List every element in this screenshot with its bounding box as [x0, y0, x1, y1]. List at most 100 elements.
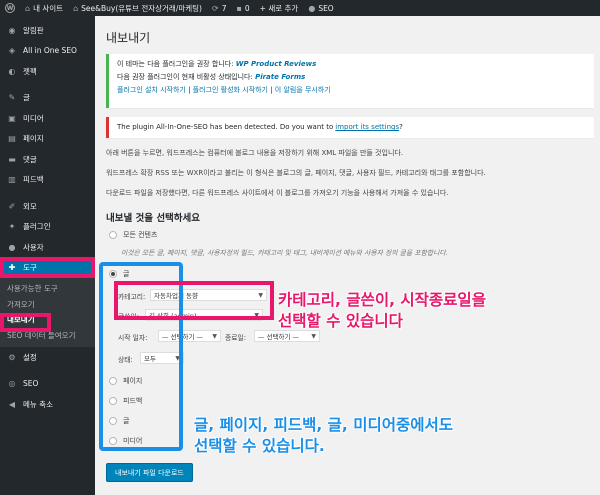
admin-sidebar: ◉ 알림판 ◈ All in One SEO ◐ 젯팩 ✎ 글 ▣ 미디어 ▤ 페이지 ▬ 댓…: [0, 16, 95, 495]
radio-button[interactable]: [109, 270, 117, 278]
sidebar-item-label: 사용자: [23, 242, 44, 252]
sidebar-item-pages[interactable]: ▤ 페이지: [0, 129, 95, 150]
site-name: 내 사이트: [33, 3, 64, 13]
user-icon: ●: [8, 242, 16, 252]
category-label: 카테고리:: [118, 293, 146, 301]
sidebar-item-plugins[interactable]: ✦ 플러그인: [0, 217, 95, 238]
activate-plugins-link[interactable]: 플러그인 활성화 시작하기: [193, 86, 268, 94]
sidebar-item-media[interactable]: ▣ 미디어: [0, 108, 95, 129]
sidebar-item-settings[interactable]: ⚙ 설정: [0, 347, 95, 368]
radio-all-content[interactable]: 모든 컨텐츠: [109, 230, 157, 240]
author-select-value: 김 상희 (admin): [149, 312, 197, 320]
category-select[interactable]: 자동차업계 동향 ▼: [150, 289, 267, 301]
sidebar-item-all-in-one-seo[interactable]: ◈ All in One SEO: [0, 41, 95, 62]
annotation-text: 카테고리, 글쓴이, 시작종료일을: [278, 291, 486, 309]
chevron-down-icon: ▼: [258, 291, 263, 299]
annotation-text: 선택할 수 있습니다: [278, 312, 403, 330]
author-select[interactable]: 김 상희 (admin) ▼: [145, 309, 263, 321]
radio-label: 미디어: [123, 437, 143, 445]
radio-button[interactable]: [109, 437, 117, 445]
jetpack-icon: ◐: [8, 66, 16, 76]
seo-badge-icon: ●: [308, 3, 316, 13]
house-icon: ⌂: [73, 3, 79, 13]
brush-icon: ✐: [8, 201, 16, 211]
category-select-value: 자동차업계 동향: [154, 292, 198, 300]
chevron-down-icon: ▼: [254, 311, 259, 319]
notice-text: ?: [399, 123, 403, 131]
updates-menu[interactable]: ⟳ 7: [207, 0, 231, 16]
radio-button[interactable]: [109, 231, 117, 239]
wp-logo-menu[interactable]: W: [0, 0, 20, 16]
radio-button[interactable]: [109, 377, 117, 385]
sidebar-item-jetpack[interactable]: ◐ 젯팩: [0, 61, 95, 82]
sidebar-item-label: 글: [23, 93, 30, 103]
sidebar-item-tools[interactable]: ✚ 도구: [0, 257, 95, 278]
sidebar-item-label: All in One SEO: [23, 46, 77, 56]
sidebar-item-feedback[interactable]: ▥ 피드백: [0, 170, 95, 191]
start-date-select-value: — 선택하기 —: [162, 333, 204, 341]
plugin-recommendation-notice: 이 테마는 다음 플러그인을 권장 합니다: WP Product Review…: [106, 54, 594, 108]
download-export-file-button[interactable]: 내보내기 파일 다운로드: [106, 463, 193, 482]
sidebar-item-comments[interactable]: ▬ 댓글: [0, 149, 95, 170]
sidebar-item-collapse-menu[interactable]: ◀ 메뉴 축소: [0, 394, 95, 415]
new-content-menu[interactable]: + 새로 추가: [255, 0, 304, 16]
dismiss-notice-link[interactable]: 이 알림을 무시하기: [275, 86, 331, 94]
status-select[interactable]: 모두 ▼: [140, 352, 184, 364]
start-date-label: 시작 일자:: [118, 334, 148, 342]
submenu-item-seo-data-import[interactable]: SEO 데이터 들여오기: [0, 328, 95, 344]
pirate-forms-link[interactable]: Pirate Forms: [255, 73, 305, 81]
export-description-2: 워드프레스 확장 RSS 또는 WXR이라고 불리는 이 형식은 블로그의 글,…: [106, 169, 486, 177]
end-date-label: 종료일:: [225, 334, 247, 342]
radio-label: 페이지: [123, 377, 143, 385]
radio-button[interactable]: [109, 417, 117, 425]
page-title: 내보내기: [106, 31, 151, 45]
annotation-text: 글, 페이지, 피드백, 글, 미디어중에서도: [194, 416, 454, 434]
comment-icon: ▬: [8, 154, 16, 164]
radio-media[interactable]: 미디어: [109, 436, 142, 446]
radio-posts-2[interactable]: 글: [109, 416, 129, 426]
sidebar-item-posts[interactable]: ✎ 글: [0, 88, 95, 109]
sidebar-item-seo[interactable]: ◎ SEO: [0, 374, 95, 395]
sidebar-item-label: 플러그인: [23, 222, 51, 232]
radio-button[interactable]: [109, 397, 117, 405]
wrench-icon: ✚: [8, 263, 16, 273]
comment-bubble-icon: ▪: [236, 3, 242, 13]
sidebar-item-dashboard[interactable]: ◉ 알림판: [0, 20, 95, 41]
new-content-label: + 새로 추가: [259, 3, 299, 13]
submenu-item-import[interactable]: 가져오기: [0, 297, 95, 313]
export-description-1: 아래 버튼을 누르면, 워드프레스는 컴퓨터에 블로그 내용을 저장하기 위해 …: [106, 149, 404, 157]
collapse-icon: ◀: [8, 399, 16, 409]
dashboard-icon: ◉: [8, 25, 16, 35]
chevron-down-icon: ▼: [212, 332, 217, 340]
annotation-text: 선택할 수 있습니다.: [194, 437, 325, 455]
site-name-menu[interactable]: ⌂ 내 사이트: [20, 0, 68, 16]
submenu-item-available-tools[interactable]: 사용가능한 도구: [0, 281, 95, 297]
yoast-icon: ◎: [8, 379, 16, 389]
sidebar-item-label: 도구: [23, 263, 37, 273]
settings-icon: ⚙: [8, 352, 16, 362]
notice-text: 다음 권장 플러그인이 현재 비활성 상태입니다:: [117, 73, 256, 81]
end-date-select-value: — 선택하기 —: [258, 333, 300, 341]
radio-feedback[interactable]: 피드백: [109, 396, 142, 406]
pin-icon: ✎: [8, 93, 16, 103]
notice-text: 이 테마는 다음 플러그인을 권장 합니다:: [117, 60, 236, 68]
import-settings-link[interactable]: import its settings: [335, 121, 399, 134]
sidebar-item-label: 젯팩: [23, 66, 37, 76]
site-title-menu[interactable]: ⌂ See&Buy(유튜브 전자상거래/마케팅): [68, 0, 207, 16]
sidebar-item-appearance[interactable]: ✐ 외모: [0, 196, 95, 217]
annotation-filters-caption: 카테고리, 글쓴이, 시작종료일을 선택할 수 있습니다: [278, 290, 486, 332]
notice-text: The plugin All-In-One-SEO has been detec…: [117, 123, 334, 131]
annotation-options-caption: 글, 페이지, 피드백, 글, 미디어중에서도 선택할 수 있습니다.: [194, 415, 453, 457]
radio-posts[interactable]: 글: [109, 269, 129, 279]
submenu-item-export[interactable]: 내보내기: [0, 312, 95, 328]
export-description-3: 다운로드 파일을 저장했다면, 다른 워드프레스 사이트에서 이 블로그를 가져…: [106, 189, 449, 197]
start-date-select[interactable]: — 선택하기 — ▼: [158, 330, 221, 342]
radio-pages[interactable]: 페이지: [109, 376, 142, 386]
radio-label: 모든 컨텐츠: [123, 231, 158, 239]
sidebar-item-users[interactable]: ● 사용자: [0, 237, 95, 258]
install-plugins-link[interactable]: 플러그인 설치 시작하기: [117, 86, 186, 94]
seo-menu[interactable]: ● SEO: [303, 0, 338, 16]
wp-product-reviews-link[interactable]: WP Product Reviews: [236, 60, 317, 68]
comments-menu[interactable]: ▪ 0: [231, 0, 254, 16]
updates-icon: ⟳: [211, 3, 219, 13]
